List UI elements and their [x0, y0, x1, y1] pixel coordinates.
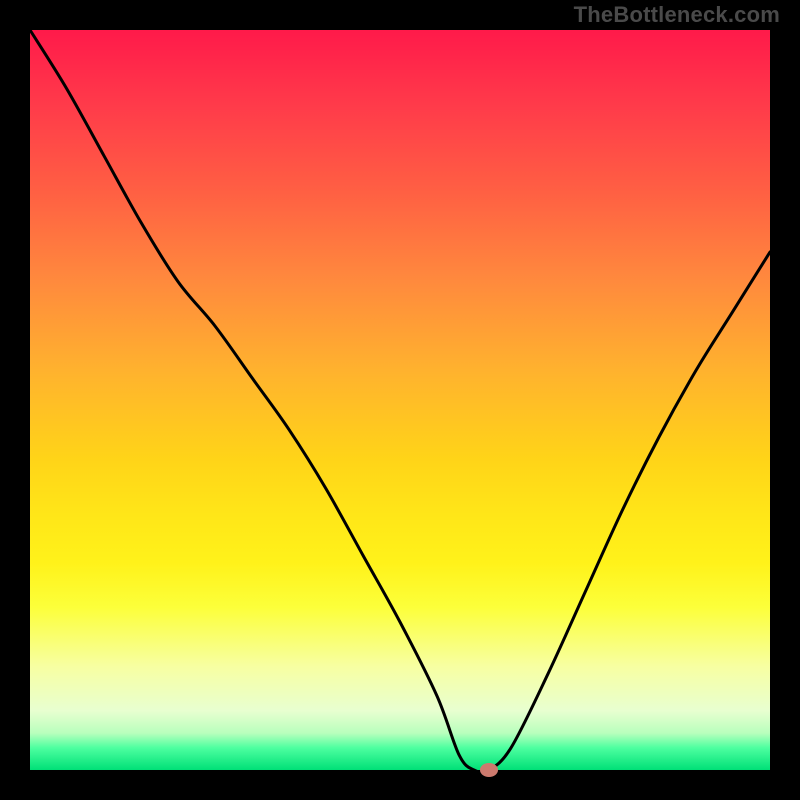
bottleneck-curve: [30, 30, 770, 770]
plot-area: [30, 30, 770, 770]
chart-frame: TheBottleneck.com: [0, 0, 800, 800]
optimal-point-marker: [480, 763, 498, 777]
watermark-text: TheBottleneck.com: [574, 2, 780, 28]
